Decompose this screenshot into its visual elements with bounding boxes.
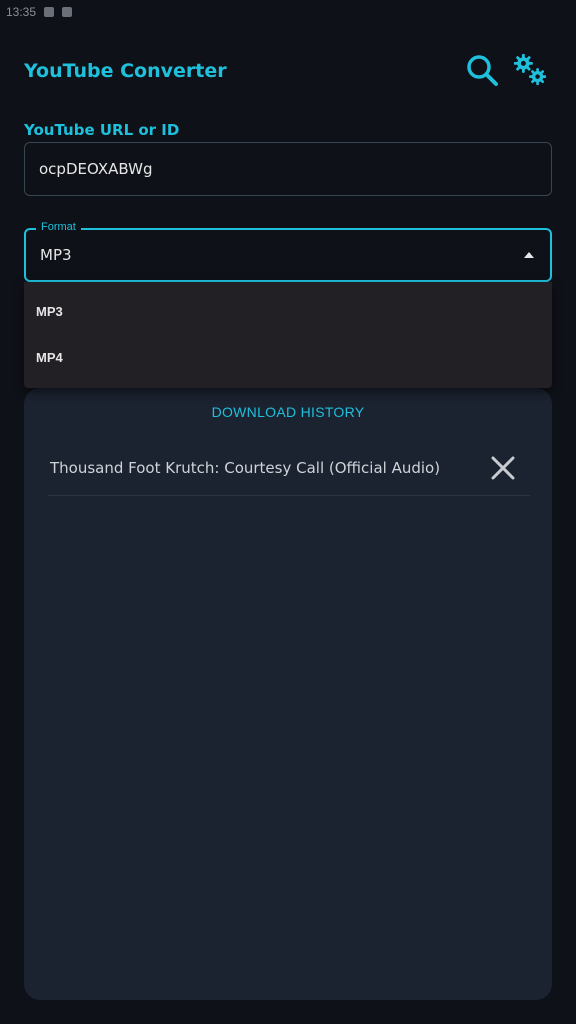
- notification-icon: [62, 7, 73, 17]
- status-bar: 13:35: [0, 0, 576, 24]
- search-button[interactable]: [464, 52, 500, 88]
- format-selected-value: MP3: [40, 246, 72, 264]
- settings-button[interactable]: [512, 52, 548, 88]
- status-time: 13:35: [6, 5, 37, 19]
- search-icon: [467, 55, 498, 86]
- toolbar: [464, 52, 548, 88]
- format-legend: Format: [36, 221, 81, 233]
- gears-icon: [513, 53, 547, 86]
- history-item-title: Thousand Foot Krutch: Courtesy Call (Off…: [50, 458, 441, 477]
- notification-icon: [44, 7, 55, 17]
- remove-history-item-button[interactable]: [488, 453, 518, 483]
- url-input[interactable]: [24, 142, 552, 196]
- history-list-item[interactable]: Thousand Foot Krutch: Courtesy Call (Off…: [48, 440, 530, 496]
- format-dropdown-menu: MP3 MP4: [24, 282, 552, 388]
- download-history-panel: DOWNLOAD HISTORY Thousand Foot Krutch: C…: [24, 388, 552, 1000]
- download-history-title: DOWNLOAD HISTORY: [211, 404, 365, 420]
- close-icon: [491, 456, 515, 479]
- caret-up-icon: [524, 252, 534, 258]
- format-select[interactable]: Format MP3: [24, 221, 552, 282]
- format-option-mp3[interactable]: MP3: [24, 288, 552, 334]
- app-title: YouTube Converter: [24, 60, 227, 82]
- format-option-mp4[interactable]: MP4: [24, 334, 552, 380]
- url-field-label: YouTube URL or ID: [24, 121, 180, 139]
